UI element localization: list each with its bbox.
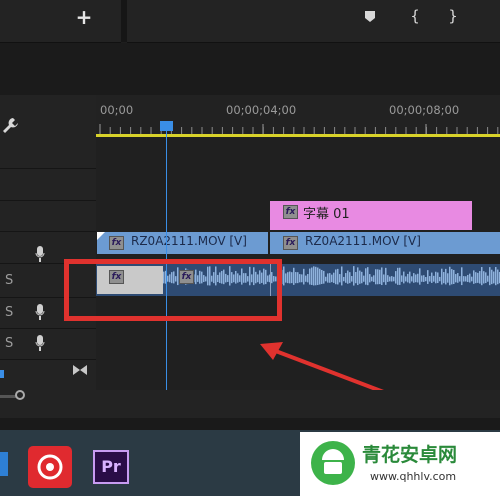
panel-gap (0, 43, 500, 95)
plus-icon[interactable]: + (74, 6, 94, 28)
zoom-handle[interactable] (15, 390, 25, 400)
mark-in-icon[interactable]: { (408, 6, 422, 26)
solo-track-a2[interactable]: S (5, 305, 13, 320)
microphone-icon[interactable] (35, 335, 45, 351)
top-right-panel (127, 0, 500, 43)
highlight-box (64, 259, 282, 321)
fx-badge: fx (283, 236, 298, 250)
title-clip[interactable] (270, 201, 472, 230)
fx-badge: fx (283, 205, 298, 219)
timecode-1: 00;00;04;00 (226, 103, 297, 117)
top-left-panel (0, 0, 121, 43)
wrench-icon[interactable] (0, 114, 22, 136)
work-area-bar[interactable] (96, 134, 500, 137)
marker-icon[interactable] (362, 8, 378, 24)
taskbar-app-edge[interactable] (0, 452, 8, 476)
watermark: 青花安卓网 www.qhhlv.com (300, 432, 500, 496)
panel-divider (0, 418, 500, 430)
ruler-ticks (99, 124, 499, 134)
fx-badge: fx (109, 236, 124, 250)
title-clip-label: 字幕 01 (303, 207, 350, 222)
microphone-icon[interactable] (35, 304, 45, 320)
mark-out-icon[interactable]: } (446, 6, 460, 26)
track-indicator (0, 370, 4, 378)
timecode-2: 00;00;08;00 (389, 103, 460, 117)
microphone-icon[interactable] (35, 246, 45, 262)
music-app-icon[interactable] (28, 446, 72, 488)
scrollbar[interactable] (0, 395, 16, 398)
solo-track-a1[interactable]: S (5, 273, 13, 288)
watermark-url: www.qhhlv.com (370, 470, 457, 483)
watermark-title: 青花安卓网 (362, 444, 458, 466)
premiere-app-icon[interactable]: Pr (93, 450, 129, 484)
video-clip-1-label: RZ0A2111.MOV [V] (131, 234, 247, 248)
timeline-scroll-area (0, 390, 500, 418)
video-clip-2-label: RZ0A2111.MOV [V] (305, 234, 421, 248)
solo-track-a3[interactable]: S (5, 336, 13, 351)
track-headers (0, 95, 96, 390)
timecode-0: 00;00 (100, 103, 134, 117)
playhead-handle[interactable] (160, 121, 173, 131)
bowtie-icon[interactable] (72, 362, 88, 376)
